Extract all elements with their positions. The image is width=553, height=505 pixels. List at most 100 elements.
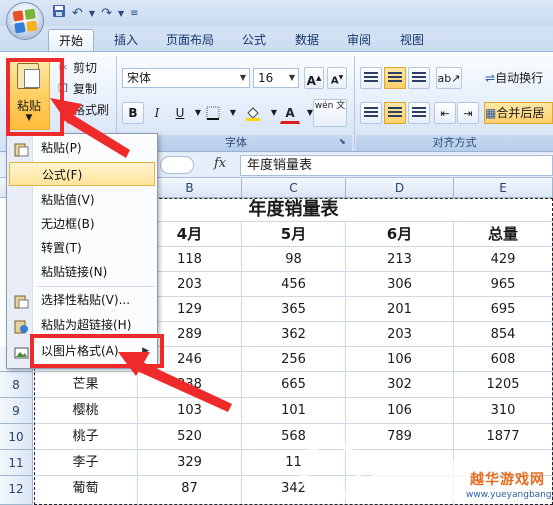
- shrink-font-button[interactable]: A▼: [327, 67, 347, 89]
- office-button[interactable]: [6, 2, 44, 40]
- table-cell[interactable]: 456: [242, 272, 346, 297]
- name-box[interactable]: [160, 156, 194, 174]
- underline-button[interactable]: U: [170, 102, 190, 124]
- table-cell[interactable]: 98: [242, 247, 346, 272]
- tab-insert[interactable]: 插入: [104, 29, 148, 52]
- row-header[interactable]: 9: [0, 398, 33, 424]
- header-june[interactable]: 6月: [346, 222, 454, 247]
- table-cell[interactable]: 106: [346, 347, 454, 372]
- border-button[interactable]: [203, 102, 223, 124]
- font-size-select[interactable]: 16 ▼: [253, 68, 299, 88]
- table-cell[interactable]: 965: [454, 272, 553, 297]
- table-cell[interactable]: 1877: [454, 424, 553, 450]
- align-center-button[interactable]: [384, 102, 406, 124]
- chevron-down-icon[interactable]: ▼: [89, 9, 95, 18]
- table-cell[interactable]: 429: [454, 247, 553, 272]
- row-header[interactable]: 12: [0, 476, 33, 505]
- table-cell[interactable]: 789: [346, 424, 454, 450]
- table-cell[interactable]: 665: [242, 372, 346, 398]
- grow-font-button[interactable]: A▲: [304, 67, 324, 89]
- fruit-name-cell[interactable]: 李子: [34, 450, 138, 476]
- table-cell[interactable]: 608: [454, 347, 553, 372]
- align-left-button[interactable]: [360, 102, 382, 124]
- phonetic-guide-button[interactable]: wén 文: [313, 99, 347, 127]
- menu-item-paste-special[interactable]: 选择性粘贴(V)...: [9, 288, 155, 312]
- wrap-text-button[interactable]: ⇌自动换行: [484, 67, 553, 89]
- decrease-indent-button[interactable]: ⇤: [434, 102, 456, 124]
- copy-button[interactable]: ❐ 复制: [56, 79, 97, 99]
- font-color-button[interactable]: A: [280, 102, 300, 124]
- menu-item-paste-link[interactable]: 粘贴链接(N): [9, 260, 155, 284]
- row-header[interactable]: 8: [0, 372, 33, 398]
- redo-icon[interactable]: ↷: [101, 6, 112, 21]
- fruit-name-cell[interactable]: 樱桃: [34, 398, 138, 424]
- menu-item-paste-values[interactable]: 粘贴值(V): [9, 188, 155, 212]
- tab-data[interactable]: 数据: [285, 29, 329, 52]
- table-cell[interactable]: 365: [242, 297, 346, 322]
- menu-item-transpose[interactable]: 转置(T): [9, 236, 155, 260]
- align-top-button[interactable]: [360, 67, 382, 89]
- format-painter-button[interactable]: ✎ 格式刷: [56, 100, 109, 120]
- merge-center-button[interactable]: ▦合并后居: [484, 102, 553, 124]
- fill-color-button[interactable]: [242, 102, 264, 124]
- table-cell[interactable]: 695: [454, 297, 553, 322]
- header-total[interactable]: 总量: [454, 222, 553, 247]
- column-header-c[interactable]: C: [242, 178, 346, 198]
- save-icon[interactable]: [52, 4, 66, 22]
- table-cell[interactable]: 854: [454, 322, 553, 347]
- table-cell[interactable]: 302: [346, 372, 454, 398]
- column-header-d[interactable]: D: [346, 178, 454, 198]
- insert-function-button[interactable]: fx: [214, 156, 226, 171]
- menu-item-as-picture[interactable]: 以图片格式(A) ▶: [9, 339, 155, 363]
- chevron-down-icon[interactable]: ▼: [7, 113, 51, 123]
- header-may[interactable]: 5月: [242, 222, 346, 247]
- customize-qat-icon[interactable]: ≡: [130, 8, 138, 19]
- table-cell[interactable]: 103: [138, 398, 242, 424]
- tab-page-layout[interactable]: 页面布局: [156, 29, 224, 52]
- table-cell[interactable]: 101: [242, 398, 346, 424]
- formula-input[interactable]: 年度销量表: [240, 155, 553, 176]
- table-cell[interactable]: 520: [138, 424, 242, 450]
- row-header[interactable]: 10: [0, 424, 33, 450]
- dialog-launcher-icon[interactable]: ⬊: [339, 137, 346, 146]
- fruit-name-cell[interactable]: 葡萄: [34, 476, 138, 505]
- table-cell[interactable]: 329: [138, 450, 242, 476]
- fruit-name-cell[interactable]: 芒果: [34, 372, 138, 398]
- table-cell[interactable]: 306: [346, 272, 454, 297]
- align-bottom-button[interactable]: [408, 67, 430, 89]
- menu-item-formulas[interactable]: 公式(F): [9, 162, 155, 186]
- cut-button[interactable]: ✂ 剪切: [56, 58, 97, 78]
- menu-item-paste[interactable]: 粘贴(P): [9, 136, 155, 160]
- table-cell[interactable]: 201: [346, 297, 454, 322]
- table-cell[interactable]: 256: [242, 347, 346, 372]
- table-cell[interactable]: 106: [346, 398, 454, 424]
- undo-icon[interactable]: ↶: [72, 6, 83, 21]
- table-cell[interactable]: 1205: [454, 372, 553, 398]
- table-cell[interactable]: 213: [346, 247, 454, 272]
- paste-button[interactable]: 粘贴 ▼: [6, 58, 50, 130]
- orientation-button[interactable]: ab↗: [436, 67, 462, 89]
- chevron-down-icon[interactable]: ▼: [118, 9, 124, 18]
- table-cell[interactable]: 203: [346, 322, 454, 347]
- chevron-down-icon[interactable]: ▼: [223, 102, 243, 124]
- table-cell[interactable]: 87: [138, 476, 242, 505]
- tab-view[interactable]: 视图: [390, 29, 434, 52]
- align-middle-button[interactable]: [384, 67, 406, 89]
- tab-formulas[interactable]: 公式: [232, 29, 276, 52]
- table-cell[interactable]: 362: [242, 322, 346, 347]
- chevron-down-icon[interactable]: ▼: [237, 69, 249, 87]
- italic-button[interactable]: I: [147, 102, 167, 124]
- column-header-e[interactable]: E: [454, 178, 553, 198]
- menu-item-paste-as-hyperlink[interactable]: 粘贴为超链接(H): [9, 313, 155, 337]
- font-name-select[interactable]: 宋体 ▼: [122, 68, 250, 88]
- increase-indent-button[interactable]: ⇥: [457, 102, 479, 124]
- align-right-button[interactable]: [408, 102, 430, 124]
- tab-review[interactable]: 审阅: [337, 29, 381, 52]
- tab-home[interactable]: 开始: [48, 29, 95, 52]
- menu-item-no-borders[interactable]: 无边框(B): [9, 212, 155, 236]
- fruit-name-cell[interactable]: 桃子: [34, 424, 138, 450]
- bold-button[interactable]: B: [122, 102, 144, 124]
- table-cell[interactable]: 310: [454, 398, 553, 424]
- table-cell[interactable]: 238: [138, 372, 242, 398]
- row-header[interactable]: 11: [0, 450, 33, 476]
